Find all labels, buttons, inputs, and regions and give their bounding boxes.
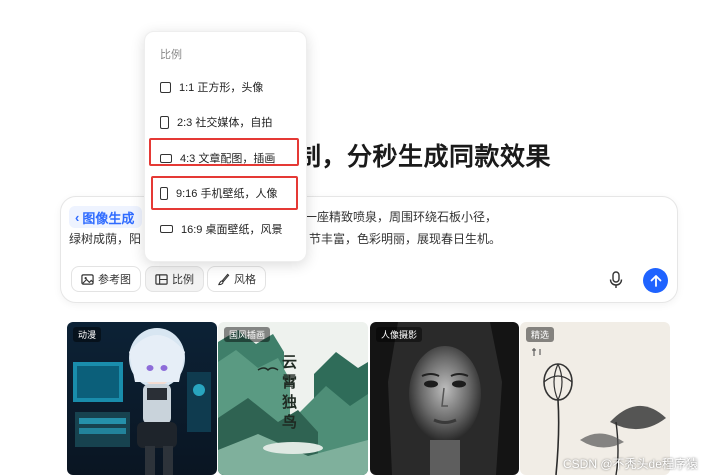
arrow-up-icon xyxy=(650,275,661,287)
microphone-icon[interactable] xyxy=(608,271,624,289)
chevron-left-icon: ‹ xyxy=(75,209,80,225)
gallery-tag: 精选 xyxy=(526,327,555,342)
bw-portrait-photo xyxy=(370,322,519,475)
gallery-card-portrait[interactable]: 人像摄影 xyxy=(370,322,519,475)
landscape-16-9-icon xyxy=(160,225,173,233)
ratio-option-label: 1:1 正方形，头像 xyxy=(179,82,264,94)
gallery-tag: 动漫 xyxy=(73,327,102,342)
gallery-card-lotus[interactable]: 精选 xyxy=(520,322,670,475)
image-generation-tag[interactable]: ‹ 图像生成 xyxy=(69,206,143,228)
image-icon xyxy=(81,273,94,285)
dropdown-title: 比例 xyxy=(160,49,182,61)
gallery-tag: 人像摄影 xyxy=(376,327,423,342)
reference-image-button[interactable]: 参考图 xyxy=(71,266,141,292)
ratio-label: 比例 xyxy=(172,274,194,286)
mode-tag-label: 图像生成 xyxy=(82,210,135,226)
anime-girl-illustration xyxy=(67,322,217,475)
ratio-option-2-3[interactable]: 2:3 社交媒体，自拍 xyxy=(160,112,272,132)
style-label: 风格 xyxy=(234,274,256,286)
portrait-2-3-icon xyxy=(160,115,169,129)
ink-lotus-illustration xyxy=(520,322,670,475)
send-button[interactable] xyxy=(643,268,668,293)
ratio-button[interactable]: 比例 xyxy=(145,266,204,292)
highlight-box-9-16 xyxy=(151,176,298,210)
ratio-icon xyxy=(155,273,168,285)
page-heading: 制，分秒生成同款效果 xyxy=(296,143,552,171)
square-ratio-icon xyxy=(160,81,171,93)
brush-icon xyxy=(217,273,230,285)
watermark: CSDN @不秃头de程序猿 xyxy=(563,457,698,471)
style-button[interactable]: 风格 xyxy=(207,266,266,292)
calligraphy-text: 云霄独鸟 xyxy=(282,353,298,431)
gallery-card-anime[interactable]: 动漫 xyxy=(67,322,217,475)
reference-label: 参考图 xyxy=(98,274,131,286)
ratio-option-label: 16:9 桌面壁纸，风景 xyxy=(181,224,283,236)
ratio-option-1-1[interactable]: 1:1 正方形，头像 xyxy=(160,77,263,97)
highlight-box-4-3 xyxy=(149,138,299,166)
gallery-card-ink-landscape[interactable]: 云霄独鸟 国风插画 xyxy=(218,322,368,475)
ratio-option-label: 2:3 社交媒体，自拍 xyxy=(177,117,273,129)
ratio-option-16-9[interactable]: 16:9 桌面壁纸，风景 xyxy=(160,219,282,239)
gallery-tag: 国风插画 xyxy=(224,327,271,342)
